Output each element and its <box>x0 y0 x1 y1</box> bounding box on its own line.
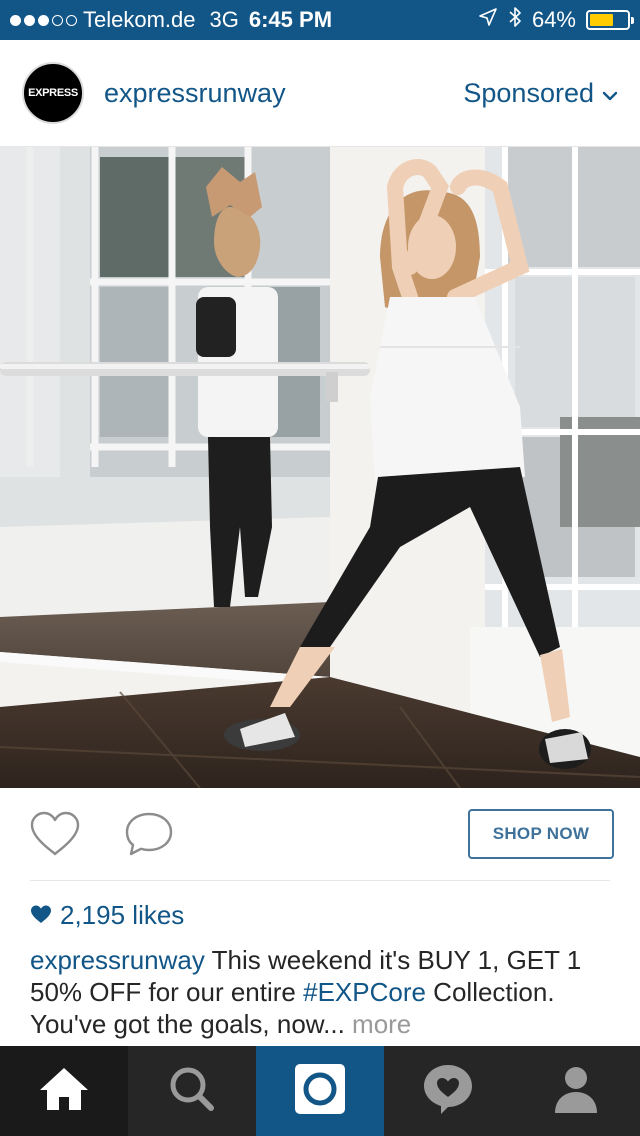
signal-dot <box>10 14 21 26</box>
home-icon <box>36 1064 92 1119</box>
avatar[interactable]: EXPRESS <box>22 62 84 124</box>
likes-count[interactable]: 2,195 likes <box>30 900 184 931</box>
comment-bubble-icon[interactable] <box>120 808 178 860</box>
location-arrow-icon <box>478 7 498 33</box>
post-username[interactable]: expressrunway <box>104 78 286 109</box>
chevron-down-icon <box>602 78 618 109</box>
tab-profile[interactable] <box>512 1046 640 1136</box>
carrier-name: Telekom.de <box>83 7 196 32</box>
avatar-logo-text: EXPRESS <box>28 87 78 99</box>
tab-activity[interactable] <box>384 1046 512 1136</box>
search-icon <box>167 1064 217 1119</box>
sponsored-label: Sponsored <box>463 77 594 108</box>
sponsored-menu[interactable]: Sponsored <box>463 78 618 109</box>
caption-username[interactable]: expressrunway <box>30 945 205 975</box>
signal-dot <box>24 14 35 26</box>
signal-dot <box>52 14 63 26</box>
signal-strength-icon <box>10 14 77 26</box>
activity-heart-icon <box>421 1062 475 1121</box>
tab-home[interactable] <box>0 1046 128 1136</box>
battery-level <box>590 14 614 26</box>
profile-icon <box>552 1064 600 1119</box>
shop-now-button[interactable]: SHOP NOW <box>468 809 614 859</box>
battery-icon <box>586 10 634 30</box>
caption-hashtag[interactable]: #EXPCore <box>303 977 426 1007</box>
signal-dot <box>66 14 77 26</box>
post-photo[interactable] <box>0 147 640 788</box>
signal-dot <box>38 14 49 26</box>
tab-search[interactable] <box>128 1046 256 1136</box>
bluetooth-icon <box>508 5 522 35</box>
camera-icon <box>293 1062 347 1121</box>
post-caption: expressrunway This weekend it's BUY 1, G… <box>30 944 620 1040</box>
caption-more-link[interactable]: more <box>352 1009 411 1039</box>
heart-filled-icon <box>30 900 52 931</box>
likes-text: 2,195 likes <box>60 900 185 930</box>
status-bar: Telekom.de 3G 6:45 PM 64% <box>0 0 640 40</box>
network-type: 3G <box>209 7 239 32</box>
post-actions: SHOP NOW <box>0 788 640 880</box>
tab-bar <box>0 1046 640 1136</box>
heart-outline-icon[interactable] <box>26 808 84 860</box>
divider <box>30 880 610 881</box>
post-header: EXPRESS expressrunway Sponsored <box>0 40 640 147</box>
status-time: 6:45 PM <box>248 7 333 32</box>
battery-percent: 64% <box>531 7 576 32</box>
tab-camera[interactable] <box>256 1046 384 1136</box>
